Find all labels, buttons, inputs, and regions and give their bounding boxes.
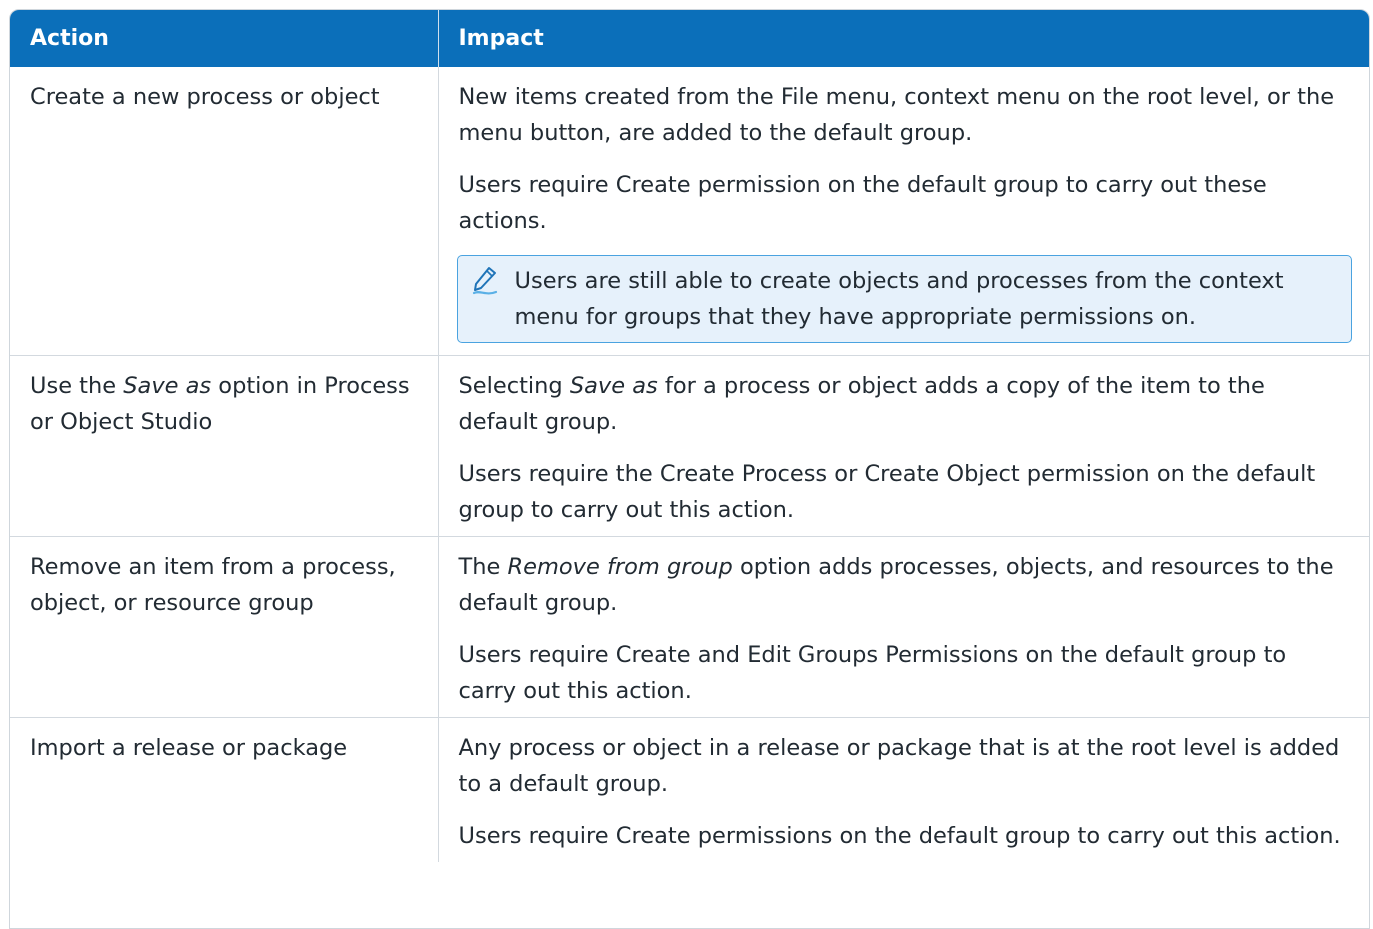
impact-cell: Selecting Save as for a process or objec… (437, 355, 1369, 537)
table-row: Import a release or package Any process … (10, 717, 1369, 862)
table-row: Remove an item from a process, object, o… (10, 536, 1369, 718)
impact-text: Users require Create permission on the d… (458, 172, 1267, 234)
action-text: Create a new process or object (30, 84, 380, 110)
default-group-actions-table: Action Impact Create a new process or ob… (10, 10, 1369, 862)
action-text: Remove an item from a process, object, o… (30, 554, 396, 616)
table-row: Create a new process or object New items… (10, 67, 1369, 356)
impact-cell: New items created from the File menu, co… (437, 67, 1369, 356)
action-text: Import a release or package (30, 735, 348, 761)
column-header-impact: Impact (437, 10, 1369, 67)
impact-cell: Any process or object in a release or pa… (437, 717, 1369, 862)
impact-text: New items created from the File menu, co… (458, 84, 1335, 146)
impact-text: The Remove from group option adds proces… (458, 554, 1334, 616)
column-header-action: Action (10, 10, 438, 67)
table-row: Use the Save as option in Process or Obj… (10, 355, 1369, 537)
action-cell: Import a release or package (10, 717, 438, 862)
impact-text: Users require the Create Process or Crea… (458, 461, 1316, 523)
impact-text: Users require Create and Edit Groups Per… (458, 642, 1287, 704)
impact-cell: The Remove from group option adds proces… (437, 536, 1369, 718)
note-text: Users are still able to create objects a… (514, 268, 1284, 330)
impact-text: Any process or object in a release or pa… (458, 735, 1340, 797)
note-callout: Users are still able to create objects a… (456, 255, 1352, 343)
impact-text: Selecting Save as for a process or objec… (458, 373, 1265, 435)
action-cell: Create a new process or object (10, 67, 438, 356)
permissions-table-container: Action Impact Create a new process or ob… (9, 9, 1370, 929)
table-header-row: Action Impact (10, 10, 1369, 67)
action-cell: Remove an item from a process, object, o… (10, 536, 438, 718)
impact-text: Users require Create permissions on the … (458, 823, 1341, 849)
pencil-note-icon (472, 267, 497, 295)
action-cell: Use the Save as option in Process or Obj… (10, 355, 438, 537)
action-text: Use the Save as option in Process or Obj… (30, 373, 410, 435)
